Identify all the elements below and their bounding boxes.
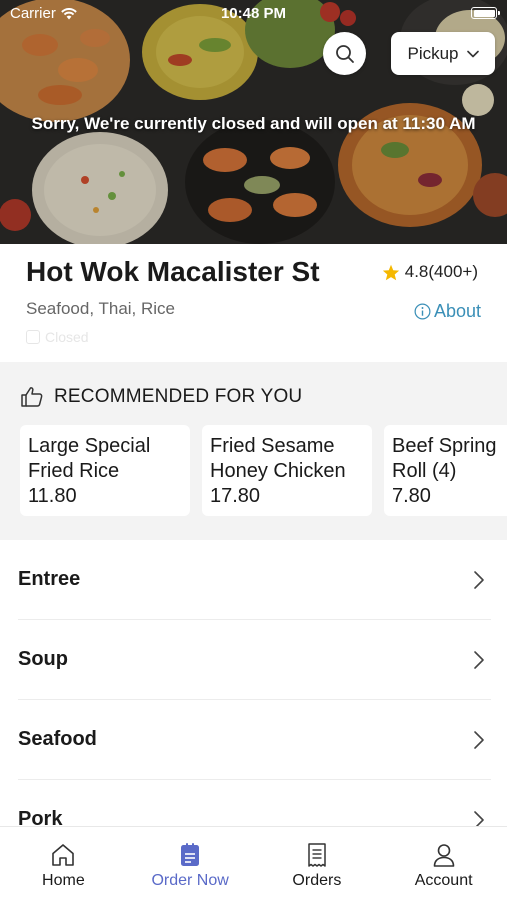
cuisine-tags: Seafood, Thai, Rice — [26, 299, 175, 318]
recommended-title-line1: Large Special — [28, 435, 151, 457]
home-icon — [52, 844, 75, 866]
tab-account[interactable]: Account — [380, 827, 507, 900]
bottom-tab-bar: Home Order Now Orders Account — [0, 826, 507, 900]
recommended-title-line2: Fried Rice — [28, 460, 120, 482]
menu-category-entree[interactable]: Entree — [18, 540, 491, 620]
chevron-right-icon — [474, 570, 484, 589]
order-icon — [181, 843, 200, 866]
recommended-title-line2: Roll (4) — [392, 460, 457, 482]
pickup-mode-selector[interactable]: Pickup — [391, 32, 495, 75]
tab-home[interactable]: Home — [0, 827, 127, 900]
rating-value: 4.8(400+) — [404, 262, 478, 281]
tab-order-now-label: Order Now — [151, 872, 229, 889]
menu-category-label: Seafood — [18, 728, 97, 750]
recommended-heading: RECOMMENDED FOR YOU — [20, 386, 302, 408]
star-icon — [382, 264, 399, 280]
closed-badge-label: Closed — [45, 329, 89, 345]
menu-category-label: Soup — [18, 648, 68, 670]
search-button[interactable] — [323, 32, 366, 75]
menu-category-pork[interactable]: Pork — [18, 780, 491, 826]
restaurant-rating: 4.8(400+) — [382, 262, 478, 282]
recommended-title-line1: Beef Spring — [392, 435, 497, 457]
tab-orders-label: Orders — [292, 872, 342, 889]
recommended-heading-label: RECOMMENDED FOR YOU — [54, 386, 303, 407]
menu-category-label: Pork — [18, 808, 63, 826]
menu-category-seafood[interactable]: Seafood — [18, 700, 491, 780]
pickup-label: Pickup — [407, 43, 459, 63]
status-bar: Carrier 10:48 PM — [0, 0, 507, 28]
tab-home-label: Home — [42, 872, 85, 889]
thumbs-up-icon — [21, 387, 43, 407]
restaurant-name: Hot Wok Macalister St — [26, 256, 320, 287]
menu-category-label: Entree — [18, 568, 81, 590]
recommended-card[interactable]: Fried Sesame Honey Chicken 17.80 — [202, 425, 372, 516]
tab-orders[interactable]: Orders — [254, 827, 381, 900]
account-icon — [433, 844, 454, 867]
tab-account-label: Account — [414, 872, 473, 889]
chevron-right-icon — [474, 730, 484, 749]
menu-category-list: Entree Soup Seafood Pork — [0, 540, 507, 826]
menu-category-soup[interactable]: Soup — [18, 620, 491, 700]
recommended-title-line2: Honey Chicken — [210, 460, 346, 482]
about-link[interactable]: About — [414, 301, 481, 322]
clock-icon — [26, 330, 40, 344]
about-label: About — [433, 301, 481, 321]
recommended-card[interactable]: Beef Spring Roll (4) 7.80 — [384, 425, 507, 516]
recommended-carousel[interactable]: Large Special Fried Rice 11.80 Fried Ses… — [20, 425, 507, 516]
recommended-card[interactable]: Large Special Fried Rice 11.80 — [20, 425, 190, 516]
status-time: 10:48 PM — [220, 5, 287, 22]
battery-icon — [471, 7, 500, 19]
info-icon — [414, 303, 431, 320]
tab-order-now[interactable]: Order Now — [127, 827, 254, 900]
receipt-icon — [308, 843, 326, 867]
chevron-right-icon — [474, 810, 484, 826]
chevron-right-icon — [474, 650, 484, 669]
chevron-down-icon — [466, 50, 479, 57]
restaurant-info: Hot Wok Macalister St 4.8(400+) Seafood,… — [0, 244, 507, 362]
hero-banner: Carrier 10:48 PM Pickup Sorry, We're cur… — [0, 0, 507, 244]
recommended-price: 11.80 — [28, 485, 77, 507]
search-icon — [335, 44, 354, 63]
closed-badge: Closed — [26, 329, 89, 345]
recommended-title-line1: Fried Sesame — [210, 435, 335, 457]
recommended-section: RECOMMENDED FOR YOU Large Special Fried … — [0, 362, 507, 540]
recommended-price: 7.80 — [392, 485, 431, 507]
closed-notice: Sorry, We're currently closed and will o… — [31, 114, 476, 133]
recommended-price: 17.80 — [210, 485, 261, 507]
